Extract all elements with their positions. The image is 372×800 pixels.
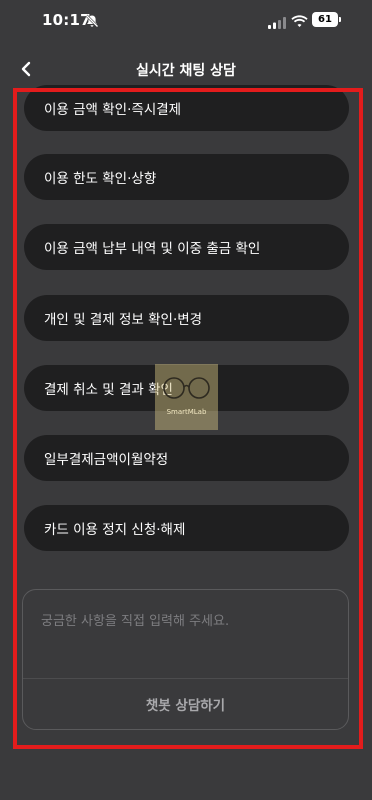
menu-item-payment-check[interactable]: 이용 금액 확인·즉시결제 bbox=[24, 85, 349, 131]
menu-item-revolving-agreement[interactable]: 일부결제금액이월약정 bbox=[24, 435, 349, 481]
menu-item-personal-info[interactable]: 개인 및 결제 정보 확인·변경 bbox=[24, 295, 349, 341]
chat-input-panel: 챗봇 상담하기 bbox=[22, 589, 349, 730]
question-input[interactable] bbox=[23, 590, 348, 678]
menu-item-limit-check[interactable]: 이용 한도 확인·상향 bbox=[24, 154, 349, 200]
menu-item-card-suspension[interactable]: 카드 이용 정지 신청·해제 bbox=[24, 505, 349, 551]
menu-item-payment-history[interactable]: 이용 금액 납부 내역 및 이중 출금 확인 bbox=[24, 224, 349, 270]
menu-item-payment-cancel[interactable]: 결제 취소 및 결과 확인 bbox=[24, 365, 349, 411]
chatbot-consult-button[interactable]: 챗봇 상담하기 bbox=[23, 679, 348, 729]
